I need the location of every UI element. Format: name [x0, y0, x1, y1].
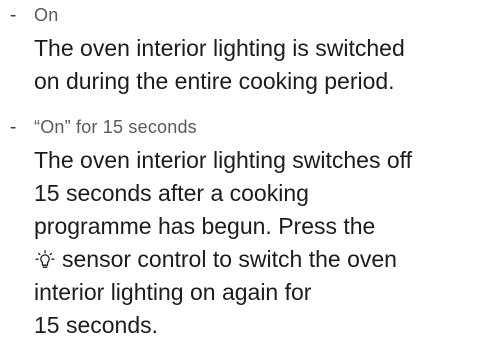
description-line-text: sensor control to switch the oven: [62, 246, 397, 272]
description-line: 15 seconds.: [34, 309, 480, 342]
description-line: 15 seconds after a cooking: [34, 177, 480, 210]
option-description: The oven interior lighting switches off …: [34, 144, 480, 342]
description-line: The oven interior lighting is switched: [34, 32, 480, 65]
light-bulb-icon: [34, 246, 56, 266]
description-line: on during the entire cooking period.: [34, 65, 480, 98]
description-line: interior lighting on again for: [34, 276, 480, 309]
document-page: - On The oven interior lighting is switc…: [0, 0, 483, 328]
list-item-on: - On The oven interior lighting is switc…: [10, 2, 480, 98]
bullet-dash: -: [10, 2, 16, 29]
description-line-with-icon: sensor control to switch the oven: [34, 243, 480, 276]
description-line: The oven interior lighting switches off: [34, 144, 480, 177]
bullet-dash: -: [10, 114, 16, 141]
option-title: “On” for 15 seconds: [34, 114, 480, 141]
description-line: programme has begun. Press the: [34, 210, 480, 243]
list-item-on-15-seconds: - “On” for 15 seconds The oven interior …: [10, 114, 480, 342]
option-title: On: [34, 2, 480, 29]
option-description: The oven interior lighting is switched o…: [34, 32, 480, 98]
